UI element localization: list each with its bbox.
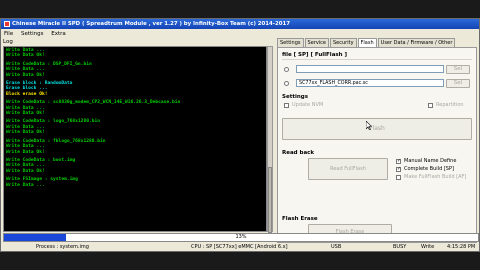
tab-flash[interactable]: Flash	[357, 38, 377, 47]
window-title: Chinese Miracle II SPD ( Spreadtrum Modu…	[12, 21, 291, 27]
file-section-label: file [ SP] [ FullFlash ]	[282, 52, 348, 58]
complete-build-checkbox[interactable]	[396, 166, 401, 172]
tab-strip: Settings Service Security Flash User Dat…	[277, 38, 456, 47]
menu-extra[interactable]: Extra	[51, 31, 66, 37]
progress-label: 13%	[235, 234, 247, 240]
log-console[interactable]: Write Data ... Write Data Ok! Write CodeDa…	[3, 46, 267, 232]
mouse-cursor-icon	[366, 121, 372, 130]
log-scrollbar-thumb[interactable]	[268, 167, 272, 233]
log-area: Log Write Data ... Write Data Ok! Write Co…	[3, 39, 273, 233]
app-icon	[4, 20, 10, 27]
settings-section-label: Settings	[282, 94, 308, 100]
update-nvm-checkbox[interactable]	[284, 103, 289, 108]
main-window: Chinese Miracle II SPD ( Spreadtrum Modu…	[0, 18, 480, 252]
repartition-label: Repartition	[436, 102, 464, 108]
log-label: Log	[3, 39, 13, 45]
status-cpu: CPU : SP [SC77xx] eMMC [Android 6.x]	[191, 244, 288, 250]
file-section-divider	[282, 59, 472, 60]
status-mode: Write	[421, 244, 435, 250]
menu-file[interactable]: File	[4, 31, 13, 37]
log-line: Write Data ...	[6, 182, 45, 188]
menu-settings[interactable]: Settings	[21, 31, 44, 37]
flash-button[interactable]: Flash	[282, 118, 472, 140]
file1-path-field[interactable]	[296, 65, 444, 73]
repartition-checkbox[interactable]	[428, 103, 433, 108]
status-bar: Process : system.img CPU : SP [SC77xx] e…	[1, 243, 479, 252]
file2-select-button[interactable]: Sel	[446, 79, 470, 88]
status-time: 4:15:28 PM	[447, 244, 476, 250]
file1-radio[interactable]	[284, 67, 289, 72]
read-fullflash-button[interactable]: Read FullFlash	[308, 158, 388, 180]
menu-bar: File Settings Extra	[1, 30, 479, 38]
progress-bar: 13%	[3, 233, 479, 242]
make-fullflash-label: Make FullFlash Build [AF]	[404, 174, 467, 180]
complete-build-label: Complete Build [SP]	[404, 166, 454, 172]
manual-name-label: Manual Name Define	[404, 158, 457, 164]
file2-path-field[interactable]: SC77xx_FLASH_CORR.pac.sc	[296, 79, 444, 87]
readback-section-label: Read back	[282, 150, 315, 156]
tab-user-data[interactable]: User Data / Firmware / Other	[377, 38, 456, 47]
flash-erase-section-label: Flash Erase	[282, 216, 318, 222]
tab-service[interactable]: Service	[304, 38, 329, 47]
manual-name-checkbox[interactable]	[396, 158, 401, 164]
tab-settings[interactable]: Settings	[277, 38, 304, 47]
tab-security[interactable]: Security	[330, 38, 357, 47]
log-scrollbar[interactable]	[267, 46, 273, 233]
update-nvm-label: Update NVM	[292, 102, 324, 108]
title-bar: Chinese Miracle II SPD ( Spreadtrum Modu…	[1, 19, 479, 29]
status-busy: BUSY	[393, 244, 407, 250]
file2-radio[interactable]	[284, 81, 289, 86]
status-process: Process : system.img	[36, 244, 89, 250]
flash-panel: file [ SP] [ FullFlash ] Sel SC77xx_FLAS…	[277, 47, 477, 243]
status-usb: USB	[331, 244, 342, 250]
make-fullflash-checkbox[interactable]	[396, 175, 401, 180]
file1-select-button[interactable]: Sel	[446, 65, 470, 74]
